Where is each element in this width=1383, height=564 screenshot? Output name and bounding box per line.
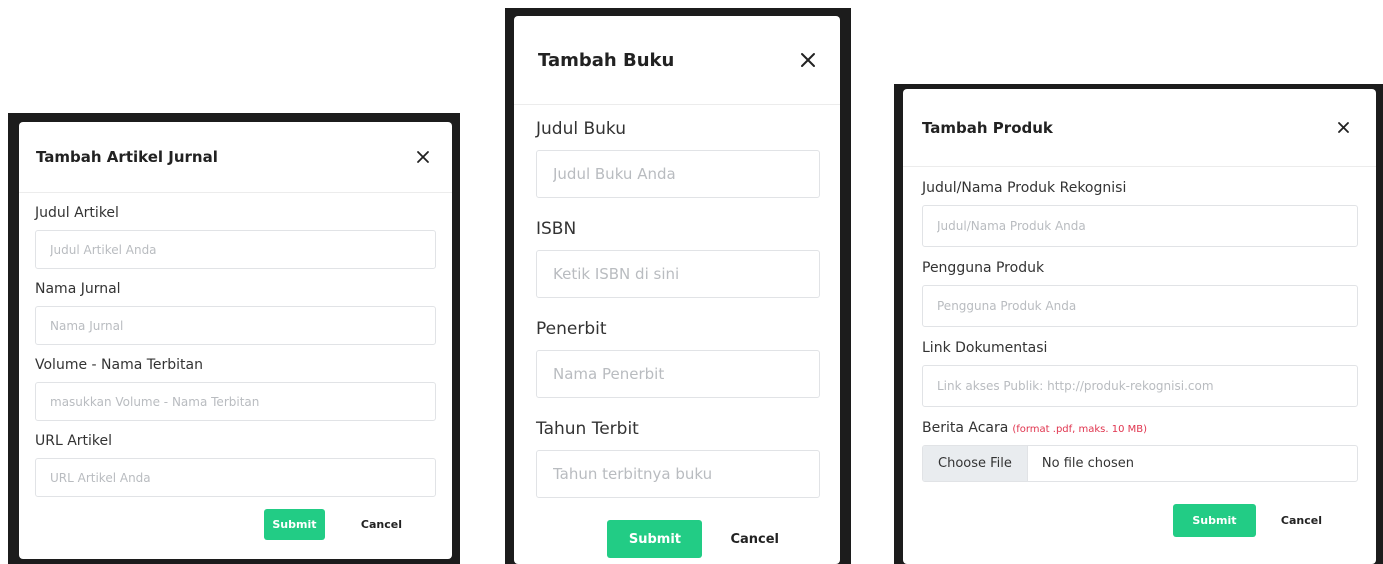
field-label-pengguna-produk: Pengguna Produk [922, 260, 1045, 276]
modal-body: Judul/Nama Produk Rekognisi Pengguna Pro… [903, 167, 1376, 537]
cancel-button[interactable]: Cancel [730, 532, 779, 547]
field-label-penerbit: Penerbit [536, 319, 607, 339]
submit-button[interactable]: Submit [607, 520, 703, 558]
field-label-berita-acara: Berita Acara (format .pdf, maks. 10 MB) [922, 420, 1358, 436]
field-label-tahun-terbit: Tahun Terbit [536, 419, 639, 439]
close-icon[interactable] [1337, 121, 1350, 134]
judul-artikel-input[interactable] [35, 230, 436, 269]
field-label-url-artikel: URL Artikel [35, 433, 113, 449]
link-dokumentasi-input[interactable] [922, 365, 1358, 407]
close-icon[interactable] [800, 52, 816, 68]
modal-footer: Submit Cancel [35, 509, 436, 540]
berita-acara-file-input[interactable]: Choose File No file chosen [922, 445, 1358, 482]
berita-acara-label-text: Berita Acara [922, 420, 1009, 436]
modal-title: Tambah Artikel Jurnal [36, 148, 218, 166]
cancel-button[interactable]: Cancel [1281, 514, 1322, 527]
judul-buku-input[interactable] [536, 150, 820, 198]
modal-title: Tambah Produk [922, 118, 1053, 137]
modal-tambah-produk: Tambah Produk Judul/Nama Produk Rekognis… [903, 89, 1376, 564]
modal-tambah-buku: Tambah Buku Judul Buku ISBN Penerbit Tah… [514, 16, 840, 564]
file-format-hint: (format .pdf, maks. 10 MB) [1012, 424, 1148, 435]
file-status: No file chosen [1041, 456, 1134, 471]
penerbit-input[interactable] [536, 350, 820, 398]
field-label-link-dokumentasi: Link Dokumentasi [922, 340, 1048, 356]
modal-header: Tambah Produk [903, 89, 1376, 167]
field-label-volume: Volume - Nama Terbitan [35, 357, 203, 373]
pengguna-produk-input[interactable] [922, 285, 1358, 327]
modal-footer: Submit Cancel [536, 520, 820, 558]
judul-produk-input[interactable] [922, 205, 1358, 247]
modal-footer: Submit Cancel [922, 504, 1358, 537]
url-artikel-input[interactable] [35, 458, 436, 497]
modal-title: Tambah Buku [538, 49, 675, 71]
cancel-button[interactable]: Cancel [361, 518, 402, 531]
field-label-isbn: ISBN [536, 219, 577, 239]
modal-body: Judul Artikel Nama Jurnal Volume - Nama … [19, 193, 452, 540]
close-icon[interactable] [416, 150, 430, 164]
tahun-terbit-input[interactable] [536, 450, 820, 498]
field-label-judul-produk: Judul/Nama Produk Rekognisi [922, 180, 1127, 196]
modal-tambah-artikel-jurnal: Tambah Artikel Jurnal Judul Artikel Nama… [19, 122, 452, 559]
nama-jurnal-input[interactable] [35, 306, 436, 345]
submit-button[interactable]: Submit [263, 509, 325, 540]
field-label-nama-jurnal: Nama Jurnal [35, 281, 121, 297]
field-label-judul-buku: Judul Buku [536, 119, 627, 139]
submit-button[interactable]: Submit [1172, 504, 1256, 537]
volume-input[interactable] [35, 382, 436, 421]
field-label-judul-artikel: Judul Artikel [35, 205, 119, 221]
screenshot-stage: Tambah Artikel Jurnal Judul Artikel Nama… [0, 0, 1383, 564]
isbn-input[interactable] [536, 250, 820, 298]
choose-file-button[interactable]: Choose File [923, 446, 1028, 481]
modal-header: Tambah Buku [514, 16, 840, 105]
modal-body: Judul Buku ISBN Penerbit Tahun Terbit Su… [514, 105, 840, 558]
modal-header: Tambah Artikel Jurnal [19, 122, 452, 193]
